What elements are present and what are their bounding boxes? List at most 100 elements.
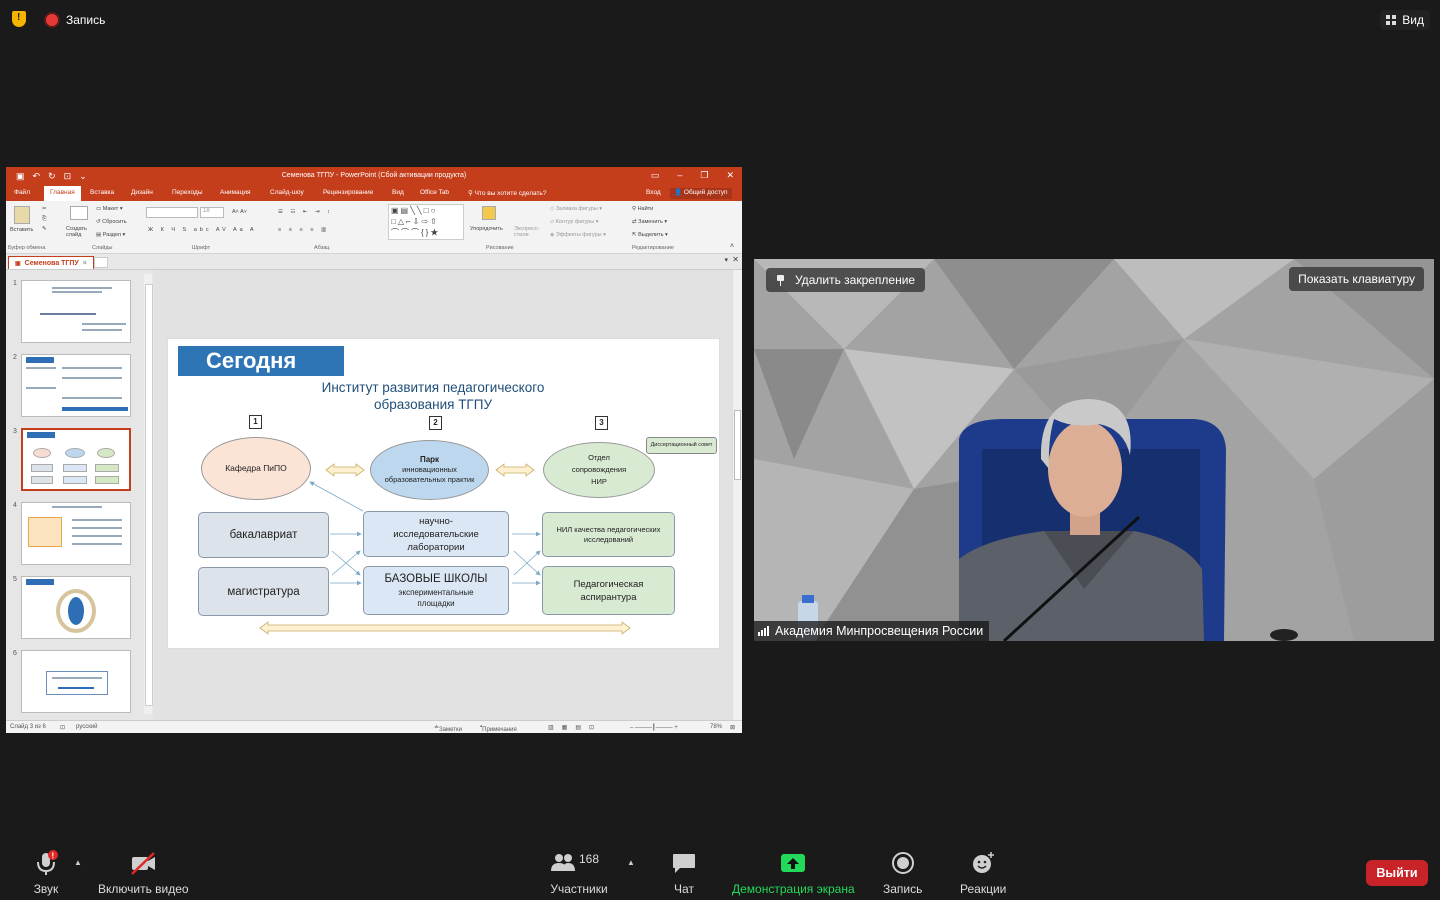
signin-link[interactable]: Вход	[646, 189, 661, 196]
shape-effects-label: Эффекты фигуры	[555, 232, 602, 238]
tab-slideshow[interactable]: Слайд-шоу	[270, 189, 304, 196]
slide-thumbnail-2[interactable]	[21, 354, 131, 417]
tab-office-tab[interactable]: Office Tab	[420, 189, 449, 196]
fit-slide-icon[interactable]: ⊠	[730, 724, 735, 731]
shapes-gallery[interactable]: ▣▤╲╲□○ □△⌐⇩⇨⇧ ⌒⌒⌒{}★	[388, 204, 464, 240]
zoom-slider[interactable]: – ────┃──── +	[630, 724, 678, 731]
audio-options-caret-icon[interactable]: ▲	[74, 858, 82, 867]
audio-button[interactable]: ! Звук	[32, 850, 60, 896]
park-ellipse: Парк инновационных образовательных практ…	[370, 440, 489, 500]
view-button[interactable]: Вид	[1380, 10, 1430, 30]
minimize-icon[interactable]: –	[677, 170, 682, 181]
tab-file[interactable]: Файл	[14, 189, 30, 196]
font-name-input[interactable]	[146, 207, 198, 218]
slide-thumbnail-6[interactable]	[21, 650, 131, 713]
restore-icon[interactable]: ❐	[700, 170, 708, 181]
reactions-button[interactable]: Реакции	[960, 850, 1006, 896]
font-size-input[interactable]: 18	[200, 207, 224, 218]
tell-me-search[interactable]: ⚲ Что вы хотите сделать?	[468, 189, 546, 197]
grow-font-icon[interactable]: A˄ A˅	[232, 209, 247, 215]
notes-button[interactable]: ≐ Заметки	[434, 724, 462, 733]
reactions-icon	[969, 850, 997, 876]
thumbnails-scrollbar[interactable]	[144, 274, 153, 714]
leave-meeting-button[interactable]: Выйти	[1366, 860, 1428, 886]
participants-options-caret-icon[interactable]: ▲	[627, 858, 635, 867]
arrange-icon[interactable]	[482, 206, 496, 220]
microphone-icon: !	[32, 850, 60, 876]
participants-button[interactable]: 168 Участники	[549, 850, 609, 896]
find-button[interactable]: ⚲ Найти	[632, 206, 653, 212]
labs-box: научно-исследовательские лаборатории	[363, 511, 509, 557]
tab-design[interactable]: Дизайн	[131, 189, 153, 196]
view-mode-buttons[interactable]: ▥▦▤⊡	[548, 724, 602, 731]
slide-thumbnail-4[interactable]	[21, 502, 131, 565]
paste-label[interactable]: Вставить	[10, 227, 33, 233]
share-screen-button[interactable]: Демонстрация экрана	[732, 850, 855, 896]
share-button[interactable]: 👤 Общий доступ	[670, 188, 732, 199]
unpin-button[interactable]: Удалить закрепление	[766, 268, 926, 292]
shape-outline-button[interactable]: ▱ Контур фигуры ▾	[550, 219, 599, 225]
show-keyboard-button[interactable]: Показать клавиатуру	[1289, 267, 1424, 291]
section-button[interactable]: ▤ Раздел ▾	[96, 232, 125, 238]
comments-button[interactable]: ▪ Примечания	[480, 724, 517, 733]
align-buttons[interactable]: ≡ ≡ ≡ ≡ ▥	[278, 227, 329, 233]
security-shield-icon[interactable]	[12, 11, 26, 27]
replace-button[interactable]: ⇄ Заменить ▾	[632, 219, 667, 225]
share-label: Общий доступ	[683, 189, 728, 196]
thumb-number: 4	[13, 502, 17, 509]
speaker-video-tile[interactable]: Удалить закрепление Показать клавиатуру …	[754, 259, 1434, 641]
new-slide-icon[interactable]	[70, 206, 88, 220]
editor-scrollbar[interactable]	[732, 270, 742, 720]
base-schools-box: БАЗОВЫЕ ШКОЛЫ экспериментальные площадки	[363, 566, 509, 615]
slide-title: Институт развития педагогического образо…	[321, 380, 545, 412]
reset-label: Сбросить	[102, 219, 127, 225]
reset-button[interactable]: ↺ Сбросить	[96, 219, 127, 225]
arrange-label[interactable]: Упорядочить	[470, 226, 503, 232]
start-video-button[interactable]: Включить видео	[98, 850, 189, 896]
editing-group-label: Редактирование	[632, 245, 674, 251]
paste-icon[interactable]	[14, 206, 30, 224]
select-button[interactable]: ⇱ Выделить ▾	[632, 232, 668, 238]
zoom-level[interactable]: 78%	[710, 724, 722, 730]
recording-indicator[interactable]: Запись	[40, 8, 115, 32]
cut-icon[interactable]: ✂	[42, 206, 47, 212]
copy-icon[interactable]: ⎘	[42, 216, 46, 223]
kafedra-ellipse: Кафедра ПиПО	[201, 437, 311, 500]
ppt-title-bar: ▣ ↶ ↻ ⊡ ⌄ Семенова ТГПУ - PowerPoint (Сб…	[6, 167, 742, 186]
font-format-buttons[interactable]: Ж К Ч S abc AV Aa A	[148, 227, 257, 233]
close-tab-icon[interactable]: ×	[83, 260, 87, 267]
create-slide-label[interactable]: Создать слайд	[66, 226, 92, 238]
format-painter-icon[interactable]: ✎	[42, 226, 47, 232]
slide-thumbnail-5[interactable]	[21, 576, 131, 639]
tab-animation[interactable]: Анимация	[220, 189, 251, 196]
spellcheck-icon[interactable]: ⊡	[60, 724, 65, 731]
tab-transitions[interactable]: Переходы	[172, 189, 203, 196]
slide-thumbnail-3-selected[interactable]	[21, 428, 131, 491]
document-tab[interactable]: ▣ Семенова ТГПУ ×	[8, 256, 94, 269]
quick-styles-label[interactable]: Экспресс-стили	[514, 226, 540, 238]
window-controls: ▭ – ❐ ✕	[651, 170, 734, 181]
labs-label: научно-исследовательские лаборатории	[393, 515, 479, 553]
language-indicator[interactable]: русский	[76, 724, 98, 730]
close-all-icon[interactable]: ✕	[732, 255, 739, 264]
participants-count: 168	[579, 852, 600, 866]
tab-review[interactable]: Рецензирование	[323, 189, 373, 196]
shape-fill-button[interactable]: ◇ Заливка фигуры ▾	[550, 206, 602, 212]
tab-insert[interactable]: Вставка	[90, 189, 114, 196]
participants-label: Участники	[550, 882, 608, 896]
slide-thumbnail-1[interactable]	[21, 280, 131, 343]
new-tab-button[interactable]	[94, 257, 108, 268]
record-button[interactable]: Запись	[883, 850, 922, 896]
tab-home[interactable]: Главная	[44, 186, 81, 201]
chat-button[interactable]: Чат	[670, 850, 698, 896]
list-buttons[interactable]: ☰ ☷ ⇤ ⇥ ↕	[278, 209, 333, 215]
ribbon-options-icon[interactable]: ▭	[651, 170, 660, 181]
close-icon[interactable]: ✕	[726, 170, 734, 181]
tab-view[interactable]: Вид	[392, 189, 404, 196]
layout-button[interactable]: ▭ Макет ▾	[96, 206, 123, 212]
shape-effects-button[interactable]: ◈ Эффекты фигуры ▾	[550, 232, 606, 238]
bachelor-box: бакалавриат	[198, 512, 329, 558]
participant-name: Академия Минпросвещения России	[775, 624, 984, 638]
tabs-menu-icon[interactable]: ▾	[724, 256, 728, 264]
collapse-ribbon-icon[interactable]: ˄	[730, 243, 734, 250]
